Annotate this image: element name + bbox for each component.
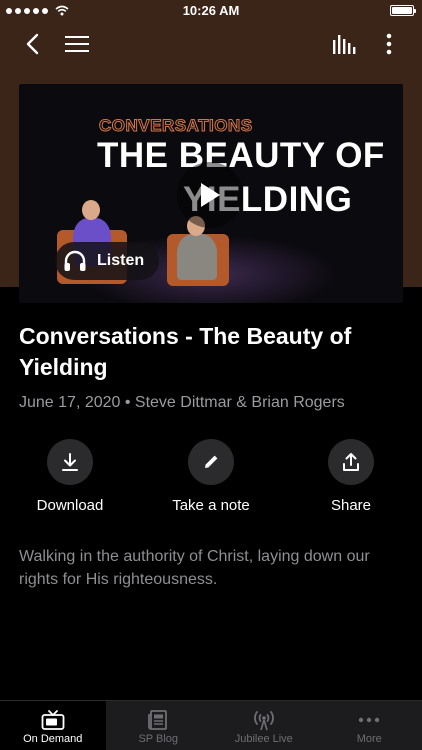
download-label: Download <box>36 497 104 514</box>
tab-sp-blog[interactable]: SP Blog <box>106 701 212 750</box>
hero-subtitle: CONVERSATIONS <box>99 116 253 136</box>
share-label: Share <box>330 497 372 514</box>
play-icon <box>201 183 220 207</box>
download-icon <box>62 453 78 471</box>
tab-on-demand[interactable]: On Demand <box>0 701 106 750</box>
speaker-right <box>177 234 217 280</box>
download-circle[interactable] <box>47 439 93 485</box>
tab-jubilee-live[interactable]: Jubilee Live <box>211 701 317 750</box>
tab-more[interactable]: More <box>317 701 422 750</box>
pencil-icon <box>205 455 218 468</box>
more-options-button[interactable] <box>375 30 403 58</box>
episode-title: Conversations - The Beauty of Yielding <box>19 323 352 380</box>
listen-button[interactable]: Listen <box>55 242 159 280</box>
chevron-left-icon <box>26 33 39 55</box>
tab-label-jubilee-live: Jubilee Live <box>234 733 293 745</box>
broadcast-icon <box>253 711 274 731</box>
back-button[interactable] <box>18 30 46 58</box>
vertical-ellipsis-icon <box>386 33 392 55</box>
episode-meta: June 17, 2020 • Steve Dittmar & Brian Ro… <box>19 394 345 411</box>
status-time: 10:26 AM <box>182 3 240 18</box>
share-circle[interactable] <box>328 439 374 485</box>
headphones-icon <box>64 250 86 271</box>
tv-icon <box>41 710 65 730</box>
hero-title-line1: THE BEAUTY OF <box>97 136 385 175</box>
tab-label-on-demand: On Demand <box>23 733 83 745</box>
listen-label: Listen <box>97 252 145 269</box>
nav-bar <box>0 22 422 66</box>
take-note-circle[interactable] <box>188 439 234 485</box>
play-button[interactable] <box>177 162 243 228</box>
tab-bar: On Demand SP Blog Jubilee Live More <box>0 700 422 750</box>
equalizer-icon <box>333 35 356 54</box>
hamburger-icon <box>65 36 89 52</box>
status-bar: 10:26 AM <box>0 0 422 22</box>
take-note-button[interactable]: Take a note <box>156 439 266 514</box>
equalizer-button[interactable] <box>330 30 358 58</box>
hero-artwork[interactable]: CONVERSATIONS THE BEAUTY OF YIELDING Lis… <box>19 84 403 303</box>
speaker-left-head <box>82 200 100 220</box>
menu-button[interactable] <box>63 30 91 58</box>
episode-description: Walking in the authority of Christ, layi… <box>19 548 370 588</box>
horizontal-ellipsis-icon <box>359 717 380 723</box>
tab-label-more: More <box>356 733 382 745</box>
take-note-label: Take a note <box>172 497 250 514</box>
tab-label-sp-blog: SP Blog <box>138 733 179 745</box>
battery-icon <box>390 5 416 16</box>
newspaper-icon <box>148 710 168 730</box>
share-button[interactable]: Share <box>296 439 406 514</box>
download-button[interactable]: Download <box>15 439 125 514</box>
share-icon <box>343 453 359 471</box>
